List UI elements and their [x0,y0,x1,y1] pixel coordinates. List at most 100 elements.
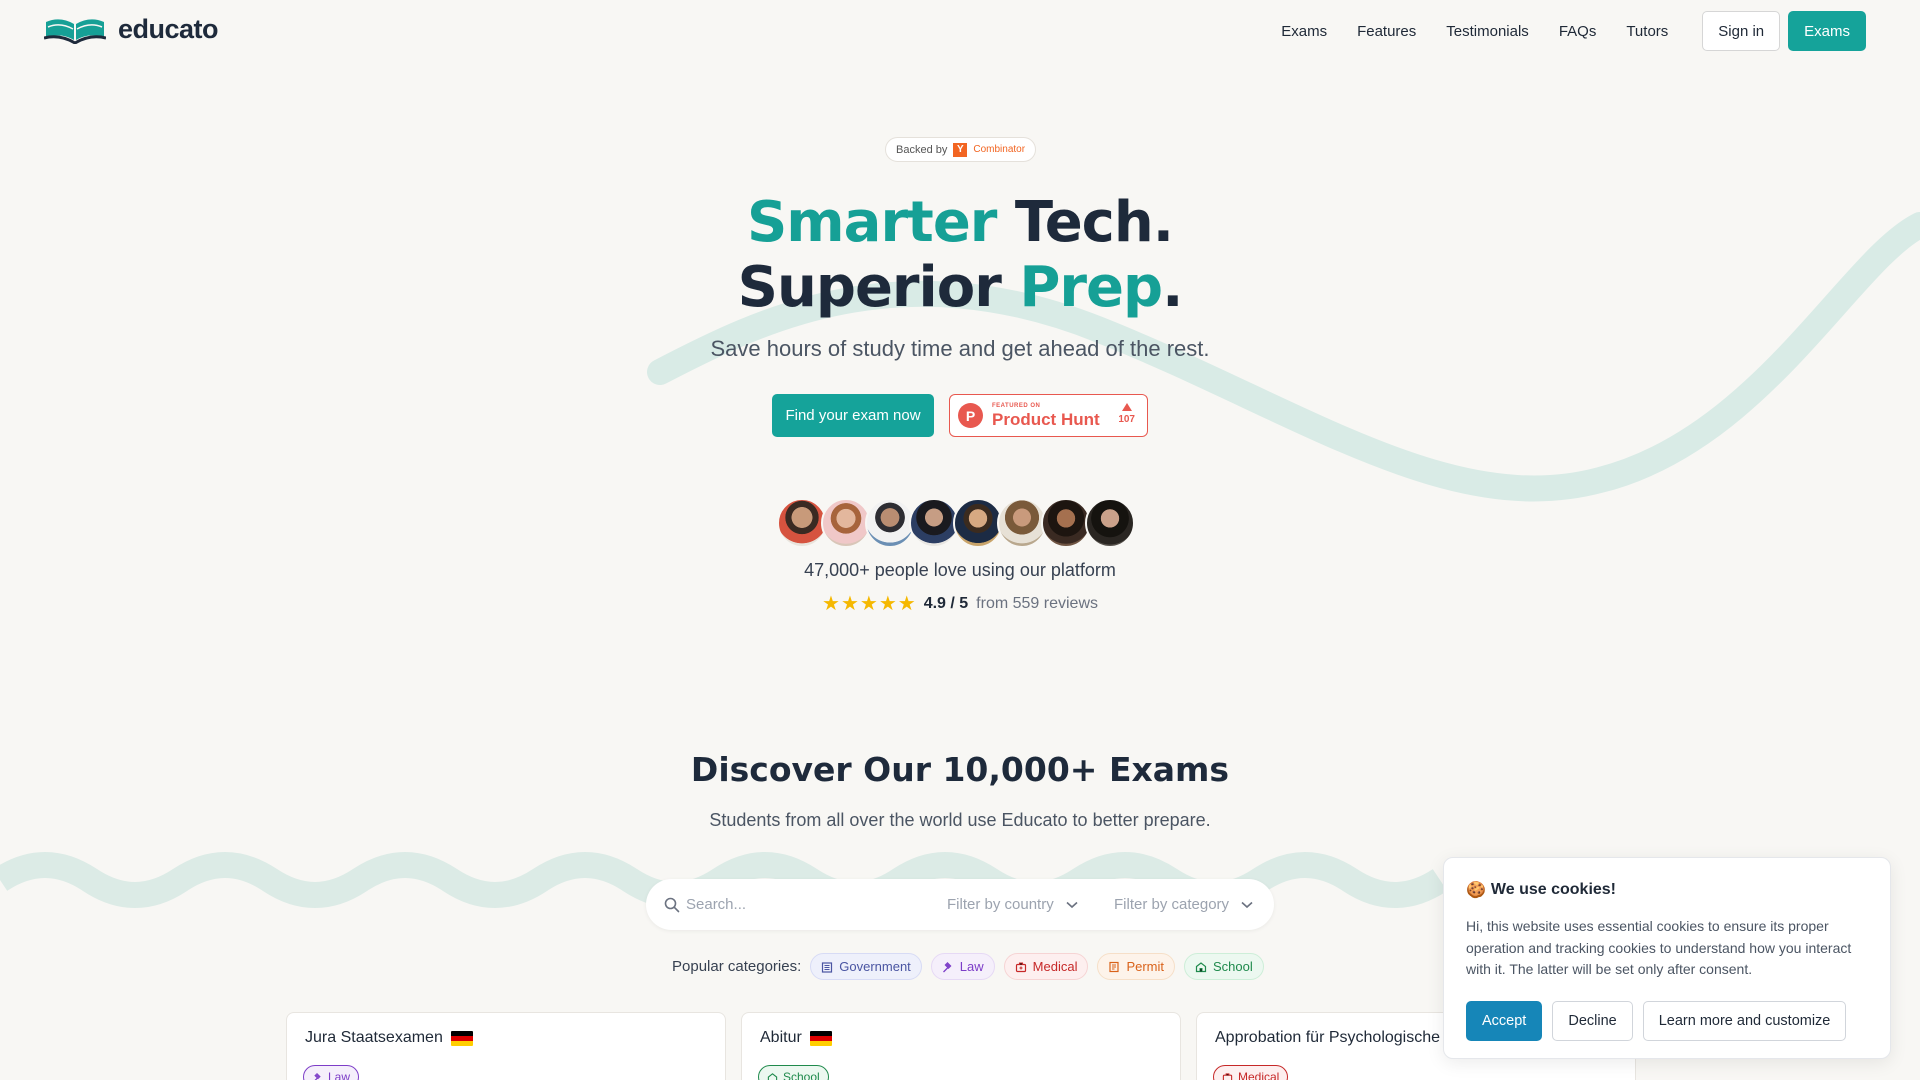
avatar [1085,498,1135,548]
yc-name: Combinator [973,144,1026,155]
book-logo-icon [44,18,106,44]
document-icon [1109,961,1120,972]
category-chip-label: Government [839,959,911,974]
popular-categories: Popular categories: Government Law Medic… [672,953,1273,980]
exam-card[interactable]: Abitur School [741,1012,1181,1080]
category-chip-label: Law [959,959,984,974]
exam-card-title: Jura Staatsexamen [305,1029,443,1046]
cookie-consent-dialog: 🍪 We use cookies! Hi, this website uses … [1443,857,1891,1059]
rating-review-count: from 559 reviews [976,595,1098,612]
cookie-description: Hi, this website uses essential cookies … [1466,918,1852,977]
discover-title: Discover Our 10,000+ Exams [690,750,1230,789]
category-chip-medical[interactable]: Medical [1003,953,1089,980]
nav-link-tutors[interactable]: Tutors [1626,23,1668,40]
product-hunt-featured-label: FEATURED ON [992,403,1041,409]
yc-logo-icon: Y [953,142,968,157]
cookie-icon: 🍪 [1466,882,1486,899]
star-icon: ★ [897,593,916,615]
find-exam-button[interactable]: Find your exam now [772,394,934,437]
filter-country-label: Filter by country [947,896,1054,913]
avatar [909,498,959,548]
exam-card-tag-label: Law [328,1070,351,1080]
user-avatars [777,498,1135,548]
rating-value: 4.9 / 5 [923,595,969,612]
brand-name: educato [118,14,219,44]
backed-by-badge[interactable]: Backed by Y Combinator [885,137,1037,162]
exam-card-title: Approbation für Psychologische [1215,1029,1441,1046]
avatar [821,498,871,548]
headline-superior: Superior [737,255,1020,320]
hero-subheading: Save hours of study time and get ahead o… [710,336,1210,361]
search-input[interactable] [686,896,936,913]
chevron-down-icon [1066,901,1078,909]
cookie-accept-button[interactable]: Accept [1466,1000,1543,1041]
cookie-learn-more-button[interactable]: Learn more and customize [1642,1000,1847,1041]
headline-prep: Prep [1019,255,1163,320]
headline-line-1: Smarter Tech. [0,190,1920,256]
germany-flag-icon [450,1030,473,1046]
category-chip-label: School [1213,959,1253,974]
product-hunt-badge[interactable]: P FEATURED ON Product Hunt 107 [949,394,1148,437]
cookie-decline-button[interactable]: Decline [1552,1000,1633,1041]
category-chip-label: Permit [1126,959,1165,974]
rating-row: ★ ★ ★ ★ ★ 4.9 / 5 from 559 reviews [822,594,1098,614]
star-icon: ★ [859,593,878,615]
star-icon: ★ [878,593,897,615]
exam-card-tag: Law [303,1065,360,1080]
exam-search-bar: Filter by country Filter by category [646,879,1274,930]
headline-smarter: Smarter [746,190,997,255]
product-hunt-votes: 107 [1118,403,1135,425]
headline-line-2: Superior Prep. [0,255,1920,321]
filter-country-select[interactable]: Filter by country [947,896,1078,913]
filter-category-label: Filter by category [1114,896,1230,913]
avatar [777,498,827,548]
exam-card-title: Abitur [760,1029,802,1046]
exam-card-tag: School [758,1065,829,1080]
avatar [953,498,1003,548]
site-header: educato Exams Features Testimonials FAQs… [0,0,1920,62]
school-icon [767,1072,778,1080]
category-chip-label: Medical [1032,959,1078,974]
signin-button[interactable]: Sign in [1702,11,1781,51]
germany-flag-icon [809,1030,832,1046]
avatar [997,498,1047,548]
exams-button[interactable]: Exams [1788,11,1866,51]
nav-link-features[interactable]: Features [1357,23,1416,40]
chevron-down-icon [1241,901,1253,909]
category-chip-permit[interactable]: Permit [1097,953,1176,980]
backed-by-label: Backed by [896,143,948,156]
headline-tech: Tech. [996,190,1174,255]
building-icon [822,961,833,973]
exam-card-tag: Medical [1213,1065,1289,1080]
cookie-title-text: We use cookies! [1490,881,1617,898]
exam-card-tag-label: Medical [1238,1070,1280,1080]
upvote-arrow-icon [1121,403,1132,411]
users-count-text: 47,000+ people love using our platform [804,560,1116,580]
popular-categories-label: Popular categories: [672,958,802,975]
headline-period: . [1162,255,1183,320]
nav-link-faqs[interactable]: FAQs [1559,23,1597,40]
gavel-icon [942,961,952,972]
avatar [865,498,915,548]
filter-category-select[interactable]: Filter by category [1114,896,1253,913]
product-hunt-name: Product Hunt [992,410,1100,429]
rating-stars: ★ ★ ★ ★ ★ [822,594,916,614]
category-chip-government[interactable]: Government [810,953,922,980]
nav-link-exams[interactable]: Exams [1281,23,1327,40]
brand-logo[interactable]: educato [44,14,219,45]
category-chip-school[interactable]: School [1184,953,1264,980]
star-icon: ★ [840,593,859,615]
medical-bag-icon [1222,1072,1233,1080]
avatar [1041,498,1091,548]
school-icon [1195,961,1207,972]
cookie-actions: Accept Decline Learn more and customize [1466,1000,1868,1041]
medical-bag-icon [1015,961,1026,972]
exam-card[interactable]: Jura Staatsexamen Law [286,1012,726,1080]
cookie-title: 🍪 We use cookies! [1466,880,1868,900]
product-hunt-vote-count: 107 [1118,414,1135,425]
category-chip-law[interactable]: Law [930,953,995,980]
discover-subtitle: Students from all over the world use Edu… [709,810,1211,830]
product-hunt-logo-icon: P [958,403,983,428]
search-icon [664,897,680,913]
nav-link-testimonials[interactable]: Testimonials [1446,23,1529,40]
